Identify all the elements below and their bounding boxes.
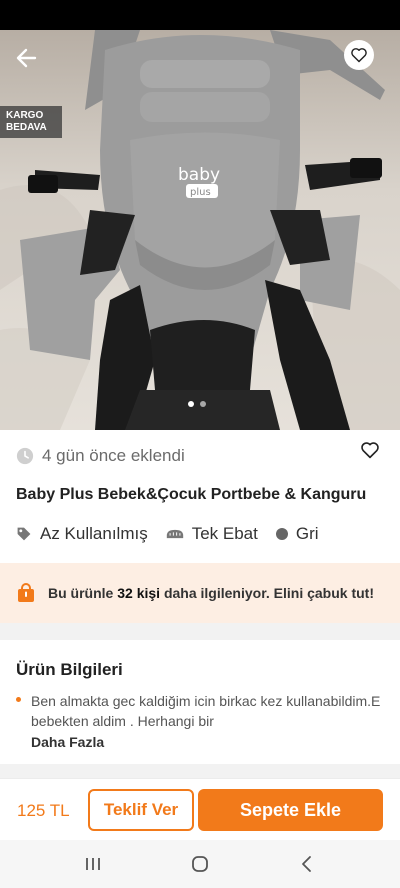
- product-title: Baby Plus Bebek&Çocuk Portbebe & Kanguru: [16, 486, 367, 503]
- pagination-dot-active[interactable]: [188, 401, 194, 407]
- product-info-title: Ürün Bilgileri: [16, 660, 123, 679]
- home-icon: [192, 856, 208, 872]
- gallery-pagination: [188, 401, 206, 407]
- system-back-button[interactable]: [287, 844, 327, 884]
- size-text: Tek Ebat: [191, 524, 258, 543]
- status-bar: [0, 0, 400, 30]
- added-date-text: 4 gün önce eklendi: [42, 446, 185, 465]
- pagination-dot[interactable]: [200, 401, 206, 407]
- ruler-icon: [166, 529, 183, 539]
- interest-suffix: daha ilgileniyor. Elini çabuk tut!: [160, 585, 374, 601]
- product-attributes: Az Kullanılmış Tek Ebat Gri: [16, 524, 337, 544]
- show-more-link[interactable]: Daha Fazla: [31, 734, 104, 750]
- heart-icon: [351, 48, 367, 63]
- home-button[interactable]: [180, 844, 220, 884]
- favorite-button[interactable]: [344, 40, 374, 70]
- interest-banner: Bu ürünle 32 kişi daha ilgileniyor. Elin…: [0, 563, 400, 623]
- add-to-cart-button[interactable]: Sepete Ekle: [198, 789, 383, 831]
- clock-icon: [16, 447, 34, 465]
- badge-line-1: KARGO: [6, 110, 44, 121]
- interest-text: Bu ürünle 32 kişi daha ilgileniyor. Elin…: [48, 583, 374, 603]
- added-date-row: 4 gün önce eklendi: [16, 446, 185, 466]
- baby-carrier-photo: baby plus: [0, 30, 400, 430]
- interest-count: 32 kişi: [117, 585, 161, 601]
- product-image[interactable]: baby plus KARGO BEDAVA: [0, 30, 400, 430]
- condition-attribute: Az Kullanılmış: [16, 524, 148, 544]
- recents-button[interactable]: [73, 844, 113, 884]
- bottom-action-bar: 125 TL Teklif Ver Sepete Ekle: [0, 778, 400, 840]
- back-icon: [301, 856, 311, 872]
- back-button[interactable]: [10, 42, 42, 74]
- product-description: Ben almakta gec kaldiğim icin birkac kez…: [16, 691, 386, 731]
- recents-icon: [86, 858, 101, 870]
- back-arrow-icon: [16, 48, 37, 68]
- make-offer-button[interactable]: Teklif Ver: [88, 789, 194, 831]
- section-divider-bottom: [0, 764, 400, 778]
- interest-prefix: Bu ürünle: [48, 585, 118, 601]
- size-attribute: Tek Ebat: [166, 524, 258, 544]
- heart-icon: [361, 442, 379, 459]
- price-label: 125 TL: [17, 801, 70, 820]
- tag-icon: [17, 527, 31, 541]
- badge-line-2: BEDAVA: [6, 122, 47, 133]
- condition-text: Az Kullanılmış: [40, 524, 148, 543]
- color-text: Gri: [295, 524, 319, 543]
- svg-text:plus: plus: [190, 187, 211, 198]
- system-navigation-bar: [0, 840, 400, 888]
- color-dot-icon: [275, 528, 288, 540]
- color-attribute: Gri: [275, 524, 319, 544]
- favorite-toggle[interactable]: [358, 438, 382, 462]
- section-divider: [0, 623, 400, 640]
- svg-text:baby: baby: [178, 165, 220, 185]
- shopping-bag-icon: [18, 583, 34, 602]
- bullet-icon: [16, 697, 21, 702]
- description-text: Ben almakta gec kaldiğim icin birkac kez…: [31, 693, 381, 729]
- free-shipping-badge: KARGO BEDAVA: [0, 106, 62, 138]
